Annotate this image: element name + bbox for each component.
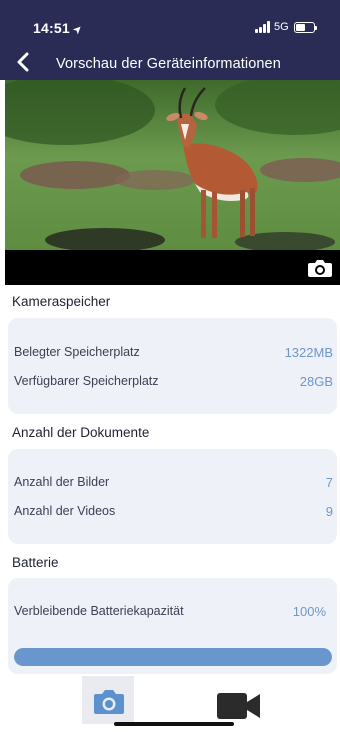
documents-card xyxy=(8,449,337,544)
photo-count-label: Anzahl der Bilder xyxy=(14,475,110,489)
status-time-text: 14:51 xyxy=(33,20,70,36)
camera-icon xyxy=(308,260,332,277)
used-storage-label: Belegter Speicherplatz xyxy=(14,345,140,359)
page-title: Vorschau der Geräteinformationen xyxy=(56,56,281,72)
battery-capacity-label: Verbleibende Batteriekapazität xyxy=(14,604,184,618)
signal-icon xyxy=(255,21,273,33)
network-label: 5G xyxy=(274,21,289,33)
storage-section-title: Kameraspeicher xyxy=(12,294,111,309)
status-time: 14:51➤ xyxy=(33,20,85,37)
back-button[interactable] xyxy=(13,50,35,74)
location-arrow-icon: ➤ xyxy=(70,22,86,38)
battery-progress-fill xyxy=(14,648,332,666)
status-bar: 14:51➤ 5G xyxy=(0,0,340,44)
battery-section-title: Batterie xyxy=(12,555,59,570)
tab-photos[interactable] xyxy=(82,676,134,724)
camera-preview xyxy=(5,80,340,285)
video-camera-icon xyxy=(217,693,260,719)
video-count-label: Anzahl der Videos xyxy=(14,504,116,518)
storage-card xyxy=(8,318,337,414)
home-indicator xyxy=(114,722,234,726)
video-count-value: 9 xyxy=(325,504,333,519)
camera-icon xyxy=(94,690,124,714)
tab-videos[interactable] xyxy=(214,676,266,724)
chevron-left-icon xyxy=(17,52,29,72)
free-storage-value: 28GB xyxy=(299,374,333,389)
battery-capacity-value: 100% xyxy=(292,604,326,619)
app-header: 14:51➤ 5G Vorschau der Geräteinformation… xyxy=(0,0,340,80)
photo-count-value: 7 xyxy=(325,475,333,490)
snapshot-button[interactable] xyxy=(307,257,333,279)
battery-progress-bar xyxy=(14,648,332,666)
battery-icon xyxy=(294,22,317,33)
free-storage-label: Verfügbarer Speicherplatz xyxy=(14,374,159,388)
documents-section-title: Anzahl der Dokumente xyxy=(12,425,150,440)
preview-image xyxy=(5,80,340,285)
used-storage-value: 1322MB xyxy=(284,345,333,360)
